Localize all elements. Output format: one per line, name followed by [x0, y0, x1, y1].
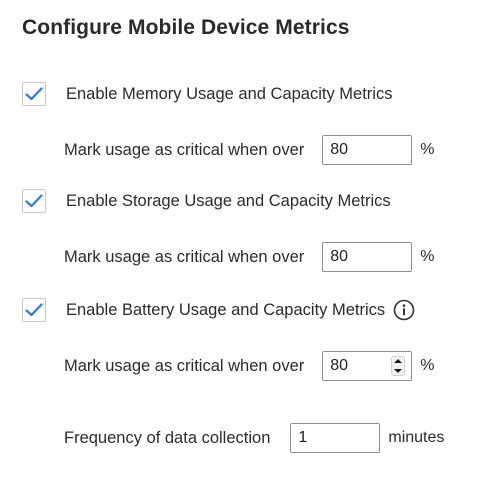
battery-metrics-row: Enable Battery Usage and Capacity Metric…: [22, 295, 415, 325]
memory-threshold-input[interactable]: [322, 135, 413, 165]
battery-threshold-label: Mark usage as critical when over: [64, 356, 305, 375]
storage-metrics-label: Enable Storage Usage and Capacity Metric…: [66, 191, 391, 210]
memory-threshold-label: Mark usage as critical when over: [64, 140, 305, 159]
memory-metrics-row: Enable Memory Usage and Capacity Metrics: [22, 79, 392, 109]
memory-threshold-row: Mark usage as critical when over %: [64, 135, 435, 165]
storage-threshold-row: Mark usage as critical when over %: [64, 242, 435, 272]
battery-metrics-label: Enable Battery Usage and Capacity Metric…: [66, 300, 386, 319]
info-circle-icon[interactable]: [393, 299, 415, 321]
check-icon: [25, 303, 43, 317]
page-title: Configure Mobile Device Metrics: [22, 16, 350, 39]
battery-metrics-checkbox[interactable]: [22, 298, 46, 322]
stepper-down-icon[interactable]: [394, 369, 403, 373]
battery-threshold-wrap: [322, 351, 413, 381]
storage-threshold-wrap: [322, 242, 413, 272]
check-icon: [25, 87, 43, 101]
memory-threshold-wrap: [322, 135, 413, 165]
storage-threshold-input[interactable]: [322, 242, 413, 272]
storage-metrics-checkbox[interactable]: [22, 189, 46, 213]
memory-metrics-checkbox[interactable]: [22, 82, 46, 106]
check-icon: [25, 194, 43, 208]
memory-metrics-label: Enable Memory Usage and Capacity Metrics: [66, 84, 393, 103]
battery-threshold-row: Mark usage as critical when over %: [64, 351, 435, 381]
storage-metrics-row: Enable Storage Usage and Capacity Metric…: [22, 186, 391, 216]
battery-threshold-stepper[interactable]: [391, 356, 406, 376]
storage-threshold-unit: %: [420, 248, 435, 265]
frequency-row: Frequency of data collection minutes: [64, 423, 444, 453]
frequency-unit: minutes: [388, 429, 445, 446]
memory-threshold-unit: %: [420, 141, 435, 158]
stepper-up-icon[interactable]: [394, 359, 403, 363]
frequency-wrap: [290, 423, 381, 453]
storage-threshold-label: Mark usage as critical when over: [64, 247, 305, 266]
frequency-label: Frequency of data collection: [64, 428, 271, 447]
frequency-input[interactable]: [290, 423, 381, 453]
battery-threshold-unit: %: [420, 357, 435, 374]
